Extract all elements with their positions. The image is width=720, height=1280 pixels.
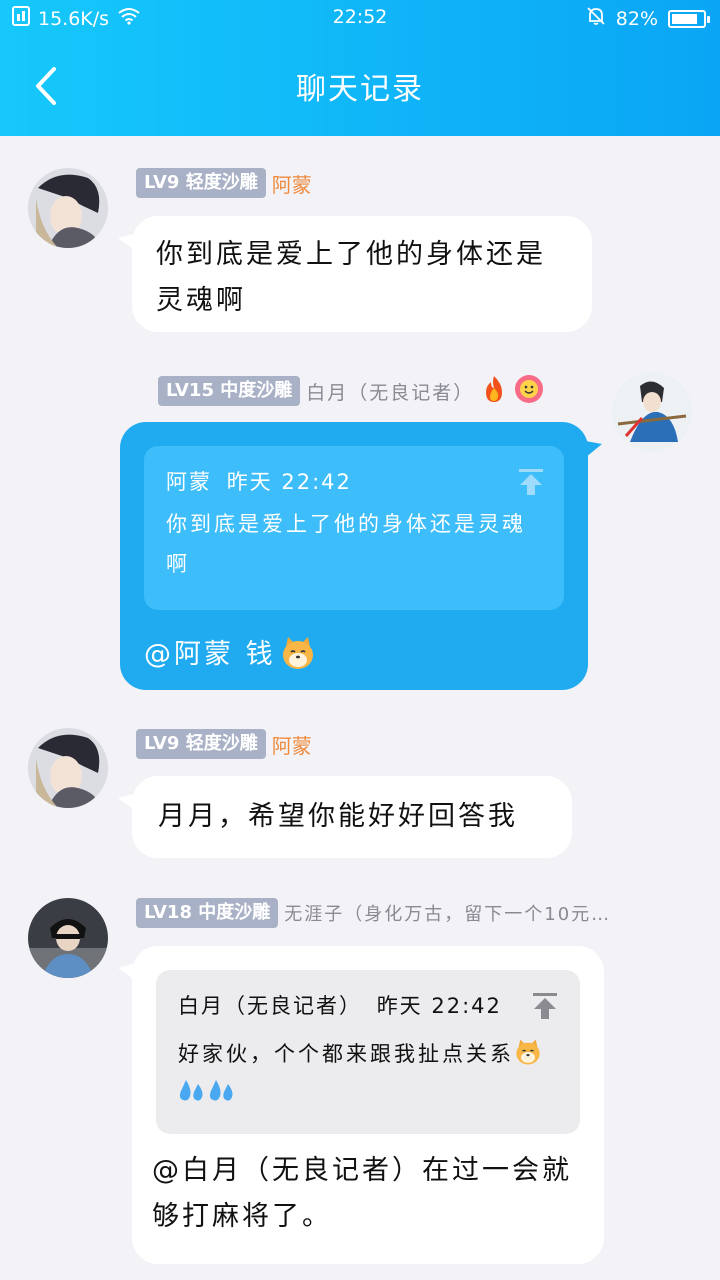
message-bubble[interactable]: 月月，希望你能好好回答我 <box>132 776 572 858</box>
quote-header: 白月（无良记者） 昨天 22:42 <box>178 990 558 1020</box>
message-meta: LV18 中度沙雕 无涯子（身化万古，留下一个10元… <box>136 898 611 928</box>
level-badge: LV9 轻度沙雕 <box>136 729 266 759</box>
quote-text-row: 好家伙，个个都来跟我扯点关系 <box>178 1034 558 1074</box>
avatar[interactable] <box>612 372 692 452</box>
sender-name[interactable]: 无涯子（身化万古，留下一个10元… <box>284 900 611 926</box>
sender-name[interactable]: 阿蒙 <box>272 169 312 198</box>
dog-emoji-icon <box>280 635 316 675</box>
quote-header: 阿蒙 昨天 22:42 <box>166 466 542 496</box>
message-bubble[interactable]: 你到底是爱上了他的身体还是灵魂啊 <box>132 216 592 332</box>
mute-bell-icon <box>586 6 606 31</box>
pin-top-icon[interactable] <box>532 992 558 1024</box>
message-text: @阿蒙 钱 <box>144 639 276 670</box>
level-badge: LV15 中度沙雕 <box>158 376 301 406</box>
quote-time: 昨天 22:42 <box>376 994 502 1018</box>
battery-percent: 82% <box>615 7 658 30</box>
quote-text: 你到底是爱上了他的身体还是灵魂啊 <box>166 512 526 576</box>
fire-icon <box>480 374 508 408</box>
avatar[interactable] <box>28 898 108 978</box>
quoted-message[interactable]: 白月（无良记者） 昨天 22:42 好家伙，个个都来跟我扯点关系 <box>156 970 580 1134</box>
message-meta: LV9 轻度沙雕 阿蒙 <box>136 168 312 198</box>
quote-author: 阿蒙 <box>166 470 212 494</box>
status-bar: 15.6K/s 22:52 82% <box>0 0 720 36</box>
quote-author: 白月（无良记者） <box>178 994 362 1018</box>
message-text: 月月，希望你能好好回答我 <box>158 801 518 832</box>
level-badge: LV9 轻度沙雕 <box>136 168 266 198</box>
flower-face-icon <box>514 374 544 408</box>
avatar[interactable] <box>28 728 108 808</box>
battery-icon <box>668 9 710 28</box>
level-badge: LV18 中度沙雕 <box>136 898 279 928</box>
quoted-message[interactable]: 阿蒙 昨天 22:42 你到底是爱上了他的身体还是灵魂啊 <box>144 446 564 610</box>
quote-time: 昨天 22:42 <box>226 470 352 494</box>
avatar[interactable] <box>28 168 108 248</box>
message-meta: LV15 中度沙雕 白月（无良记者） <box>158 374 544 408</box>
pin-top-icon[interactable] <box>518 468 544 500</box>
sender-name[interactable]: 阿蒙 <box>272 730 312 759</box>
dog-emoji-icon <box>514 1038 542 1070</box>
message-text: 你到底是爱上了他的身体还是灵魂啊 <box>156 239 546 316</box>
message-text: @白月（无良记者）在过一会就够打麻将了。 <box>152 1155 572 1232</box>
sender-name[interactable]: 白月（无良记者） <box>306 378 474 405</box>
page-title: 聊天记录 <box>296 72 424 107</box>
quote-text: 好家伙，个个都来跟我扯点关系 <box>178 1042 514 1066</box>
message-meta: LV9 轻度沙雕 阿蒙 <box>136 729 312 759</box>
message-bubble[interactable]: 白月（无良记者） 昨天 22:42 好家伙，个个都来跟我扯点关系 @白月（无良记… <box>132 946 604 1264</box>
message-bubble[interactable]: 阿蒙 昨天 22:42 你到底是爱上了他的身体还是灵魂啊 @阿蒙 钱 <box>120 422 588 690</box>
sweat-drops-icon <box>178 1078 558 1104</box>
app-header: 15.6K/s 22:52 82% 聊天记录 <box>0 0 720 136</box>
